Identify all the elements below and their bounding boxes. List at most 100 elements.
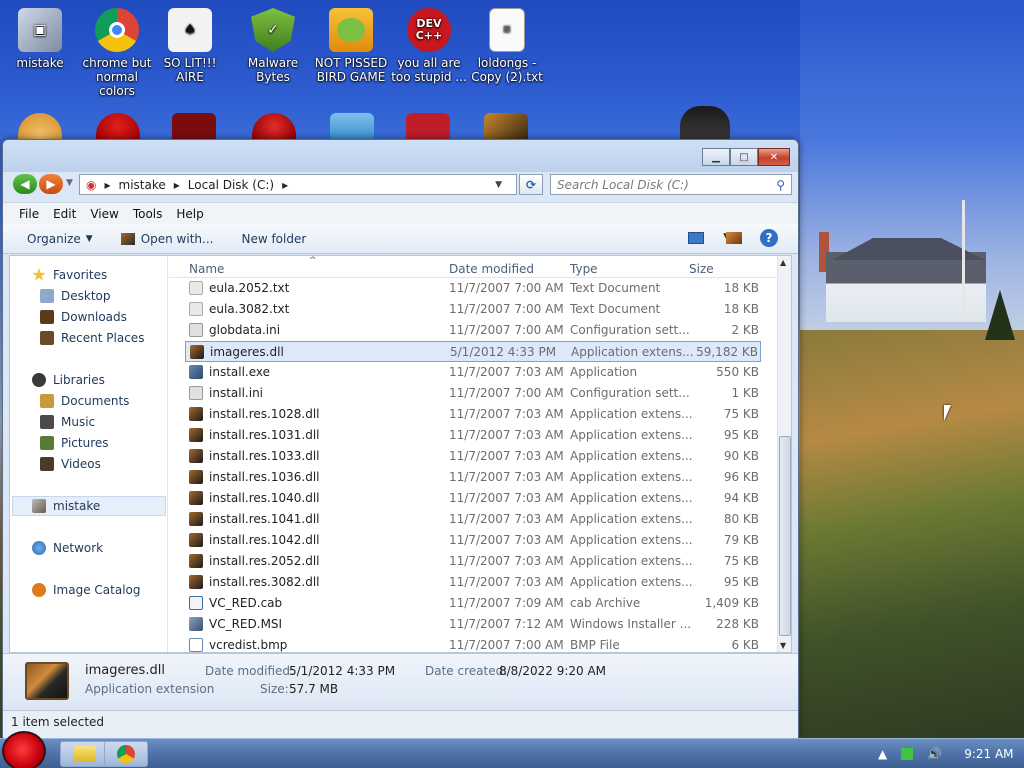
nav-documents[interactable]: Documents	[40, 394, 129, 408]
file-row[interactable]: install.res.1028.dll 11/7/2007 7:03 AM A…	[185, 404, 761, 425]
nav-desktop[interactable]: Desktop	[40, 289, 111, 303]
nav-recent-places[interactable]: Recent Places	[40, 331, 144, 345]
file-row[interactable]: install.res.1040.dll 11/7/2007 7:03 AM A…	[185, 488, 761, 509]
file-size: 2 KB	[731, 323, 759, 337]
column-name[interactable]: Name	[189, 262, 224, 276]
volume-icon[interactable]: 🔊	[927, 747, 942, 761]
address-bar[interactable]: ◉ ▸ mistake ▸ Local Disk (C:) ▸ ▼	[79, 174, 517, 195]
chevron-right-icon[interactable]: ▸	[174, 178, 180, 192]
clock[interactable]: 9:21 AM	[964, 747, 1013, 761]
nav-label: Favorites	[53, 268, 108, 282]
breadcrumb-mistake[interactable]: mistake	[119, 178, 166, 192]
new-folder-button[interactable]: New folder	[241, 232, 306, 246]
desktop-icon-devcpp[interactable]: DEV C++ you all are too stupid ...	[389, 8, 469, 84]
desktop-icon-malwarebytes[interactable]: ✓ Malware Bytes	[233, 8, 313, 84]
shield-check-icon: ✓	[251, 8, 295, 52]
nav-music[interactable]: Music	[40, 415, 95, 429]
wallpaper-field	[800, 330, 1024, 740]
file-row[interactable]: eula.3082.txt 11/7/2007 7:00 AM Text Doc…	[185, 299, 761, 320]
minimize-button[interactable]: ▁	[702, 148, 730, 166]
videos-icon	[40, 457, 54, 471]
network-status-icon[interactable]	[901, 748, 914, 760]
file-row[interactable]: install.exe 11/7/2007 7:03 AM Applicatio…	[185, 362, 761, 383]
taskbar-explorer-button[interactable]	[60, 741, 110, 767]
breadcrumb-local-disk[interactable]: Local Disk (C:)	[188, 178, 274, 192]
nav-pictures[interactable]: Pictures	[40, 436, 109, 450]
nav-downloads[interactable]: Downloads	[40, 310, 127, 324]
file-row[interactable]: install.res.1033.dll 11/7/2007 7:03 AM A…	[185, 446, 761, 467]
close-button[interactable]: ✕	[758, 148, 790, 166]
file-row[interactable]: install.ini 11/7/2007 7:00 AM Configurat…	[185, 383, 761, 404]
file-row[interactable]: eula.2052.txt 11/7/2007 7:00 AM Text Doc…	[185, 278, 761, 299]
nav-image-catalog[interactable]: Image Catalog	[32, 583, 140, 597]
nav-favorites[interactable]: Favorites	[32, 268, 107, 282]
file-row[interactable]: install.res.1042.dll 11/7/2007 7:03 AM A…	[185, 530, 761, 551]
forward-button[interactable]: ▶	[39, 174, 63, 194]
menu-file[interactable]: File	[19, 207, 39, 221]
file-name: eula.3082.txt	[209, 302, 290, 316]
file-name: VC_RED.cab	[209, 596, 283, 610]
file-row[interactable]: VC_RED.MSI 11/7/2007 7:12 AM Windows Ins…	[185, 614, 761, 635]
nav-network[interactable]: Network	[32, 541, 103, 555]
search-icon[interactable]: ⚲	[776, 178, 785, 192]
sort-up-icon: ^	[309, 256, 317, 266]
address-dropdown-icon[interactable]: ▼	[495, 180, 502, 190]
file-row[interactable]: globdata.ini 11/7/2007 7:00 AM Configura…	[185, 320, 761, 341]
chevron-right-icon[interactable]: ▸	[104, 178, 110, 192]
menu-help[interactable]: Help	[176, 207, 203, 221]
flash-icon[interactable]	[172, 113, 216, 139]
search-input[interactable]: Search Local Disk (C:) ⚲	[550, 174, 792, 195]
dll-file-icon	[189, 449, 203, 463]
file-row[interactable]: install.res.2052.dll 11/7/2007 7:03 AM A…	[185, 551, 761, 572]
file-size: 1,409 KB	[704, 596, 759, 610]
scroll-down-icon[interactable]: ▼	[780, 641, 786, 650]
chevron-right-icon[interactable]: ▸	[282, 178, 288, 192]
desktop-icon-partial-5[interactable]	[330, 113, 374, 139]
desktop-icon-solitaire[interactable]: ♠ SO LIT!!! AIRE	[150, 8, 230, 84]
desktop-icon-bird-game[interactable]: NOT PISSED BIRD GAME	[311, 8, 391, 84]
menu-tools[interactable]: Tools	[133, 207, 163, 221]
nav-libraries[interactable]: Libraries	[32, 373, 105, 387]
vertical-scrollbar[interactable]: ▲ ▼	[777, 256, 791, 652]
settings-file-icon	[189, 323, 203, 337]
refresh-button[interactable]: ⟳	[519, 174, 543, 195]
nav-videos[interactable]: Videos	[40, 457, 101, 471]
recent-pages-dropdown-icon[interactable]: ▼	[66, 178, 73, 188]
desktop-icon-partial-6[interactable]	[406, 113, 450, 139]
show-hidden-icons-icon[interactable]: ▲	[878, 747, 887, 761]
open-with-button[interactable]: Open with...	[120, 232, 213, 246]
file-row[interactable]: VC_RED.cab 11/7/2007 7:09 AM cab Archive…	[185, 593, 761, 614]
file-size: 75 KB	[723, 407, 759, 421]
start-button[interactable]	[2, 731, 46, 768]
desktop-icon-chrome[interactable]: chrome but normal colors	[77, 8, 157, 98]
window-controls: ▁ □ ✕	[702, 148, 790, 166]
menu-edit[interactable]: Edit	[53, 207, 76, 221]
desktop-icon-label: NOT PISSED	[314, 56, 388, 70]
organize-button[interactable]: Organize ▼	[27, 232, 93, 246]
file-row[interactable]: install.res.1036.dll 11/7/2007 7:03 AM A…	[185, 467, 761, 488]
dll-file-icon	[189, 491, 203, 505]
column-type[interactable]: Type	[570, 262, 598, 276]
maximize-button[interactable]: □	[730, 148, 758, 166]
help-icon[interactable]: ?	[760, 229, 778, 247]
title-bar[interactable]: ▁ □ ✕	[3, 140, 798, 172]
nav-mistake[interactable]: mistake	[32, 499, 100, 513]
file-row-selected[interactable]: imageres.dll 5/1/2012 4:33 PM Applicatio…	[185, 341, 761, 362]
desktop-icon-mistake[interactable]: ▣ mistake	[0, 8, 80, 70]
file-row[interactable]: install.res.3082.dll 11/7/2007 7:03 AM A…	[185, 572, 761, 593]
menu-view[interactable]: View	[90, 207, 118, 221]
scroll-thumb[interactable]	[779, 436, 791, 636]
file-name: install.res.1042.dll	[209, 533, 320, 547]
scroll-up-icon[interactable]: ▲	[780, 258, 786, 267]
file-row[interactable]: install.res.1041.dll 11/7/2007 7:03 AM A…	[185, 509, 761, 530]
desktop-icon-loldongs[interactable]: ≡ loldongs - Copy (2).txt	[467, 8, 547, 84]
preview-pane-icon[interactable]	[726, 232, 742, 244]
column-size[interactable]: Size	[689, 262, 714, 276]
change-view-icon[interactable]	[688, 232, 704, 244]
back-button[interactable]: ◀	[13, 174, 37, 194]
file-row[interactable]: install.res.1031.dll 11/7/2007 7:03 AM A…	[185, 425, 761, 446]
column-date-modified[interactable]: Date modified	[449, 262, 534, 276]
desktop-icon-partial-7[interactable]	[484, 113, 528, 139]
file-list-pane: Name ^ Date modified Type Size eula.2052…	[169, 256, 791, 652]
taskbar-chrome-button[interactable]	[104, 741, 148, 767]
